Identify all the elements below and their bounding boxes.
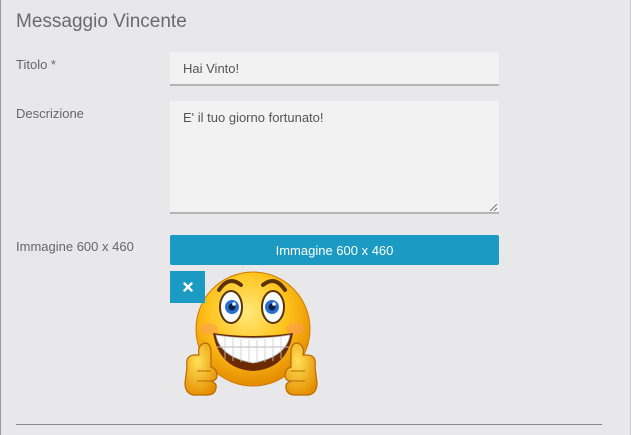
page-title: Messaggio Vincente — [16, 11, 187, 32]
form-divider — [16, 424, 602, 425]
left-border — [0, 0, 1, 435]
remove-image-button[interactable] — [170, 271, 205, 303]
close-icon — [182, 282, 193, 292]
immagine-label: Immagine 600 x 460 — [16, 239, 134, 254]
descrizione-textarea[interactable]: E' il tuo giorno fortunato! — [170, 101, 499, 214]
resize-grip-icon[interactable] — [489, 203, 498, 212]
descrizione-label: Descrizione — [16, 106, 84, 121]
upload-image-button[interactable]: Immagine 600 x 460 — [170, 235, 499, 265]
titolo-label: Titolo * — [16, 57, 56, 72]
titolo-input[interactable] — [170, 52, 499, 86]
